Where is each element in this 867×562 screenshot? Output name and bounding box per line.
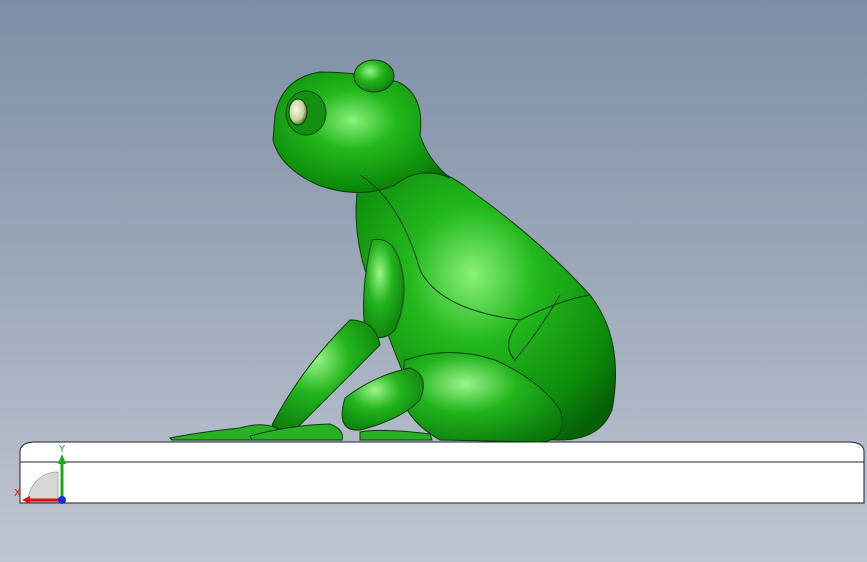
coordinate-triad: Y X xyxy=(14,440,74,508)
y-axis-label: Y xyxy=(58,444,66,455)
hind-lower-leg xyxy=(341,367,424,431)
view-plane-icon xyxy=(27,471,59,503)
x-axis-arrowhead xyxy=(22,496,30,504)
y-axis-arrowhead xyxy=(58,454,66,464)
frog-eye-ball xyxy=(288,98,308,126)
model-render[interactable] xyxy=(0,0,867,562)
base-plate[interactable] xyxy=(19,441,865,504)
eye-bump xyxy=(353,59,395,93)
rear-toe xyxy=(359,429,433,441)
x-axis-label: X xyxy=(14,488,21,499)
z-axis-dot xyxy=(58,496,66,504)
frog-model[interactable] xyxy=(168,59,616,443)
3d-viewport[interactable]: Y X xyxy=(0,0,867,562)
